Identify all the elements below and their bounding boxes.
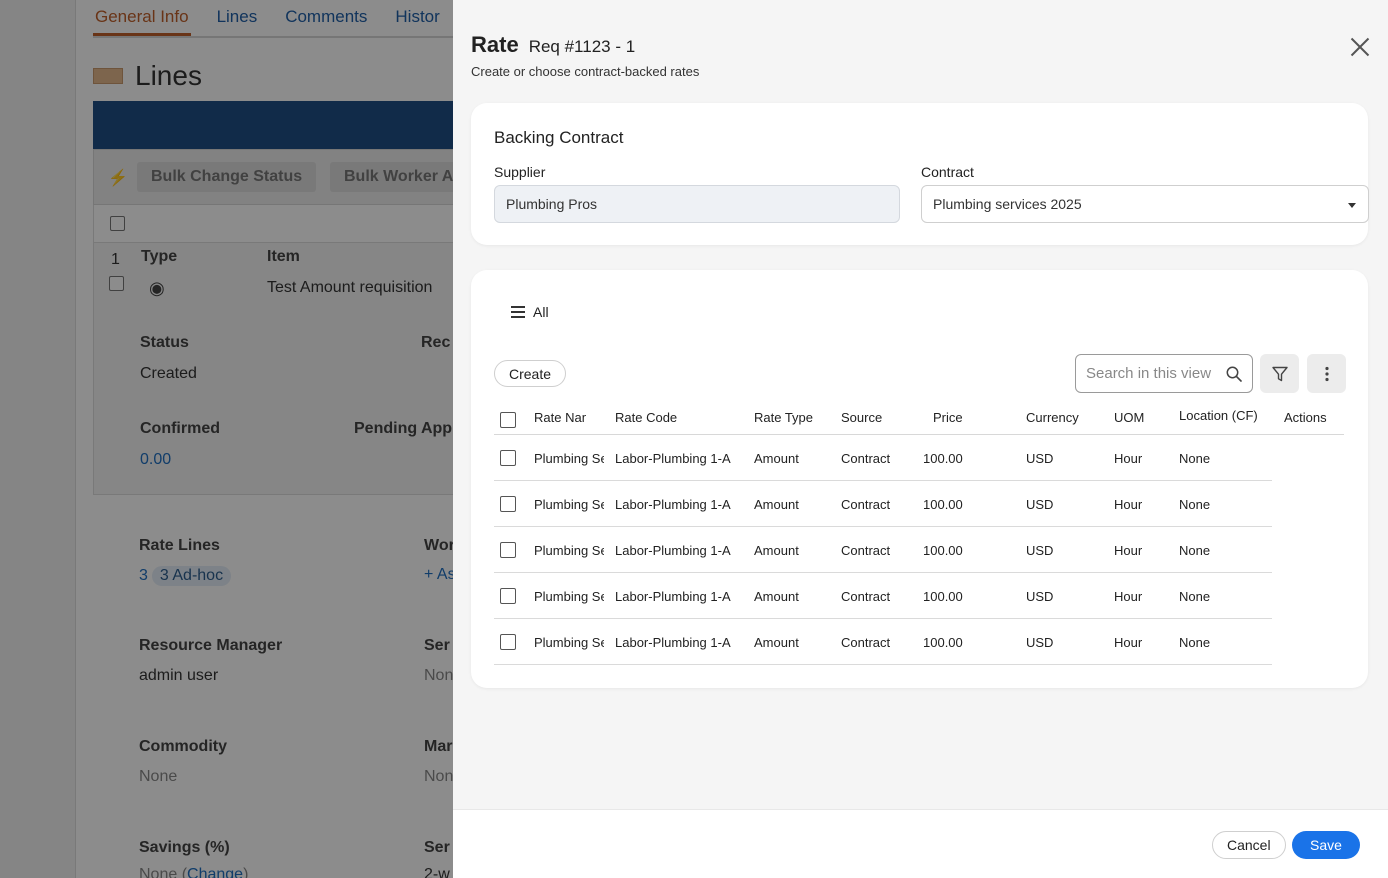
cell-location: None xyxy=(1179,543,1211,558)
cell-currency: USD xyxy=(1026,543,1054,558)
menu-icon xyxy=(511,306,525,318)
column-header-uom[interactable]: UOM xyxy=(1114,410,1144,425)
supplier-field[interactable]: Plumbing Pros xyxy=(494,185,900,223)
kebab-menu-icon xyxy=(1324,366,1329,381)
cell-currency: USD xyxy=(1026,635,1054,650)
column-header-price[interactable]: Price xyxy=(933,410,963,425)
row-checkbox[interactable] xyxy=(500,634,516,650)
rates-table-header: Rate Name Rate Code Rate Type Source Pri… xyxy=(494,404,1344,435)
table-row[interactable]: Plumbing Services Labor-Plumbing 1-A Amo… xyxy=(494,435,1272,481)
cell-location: None xyxy=(1179,451,1211,466)
more-options-button[interactable] xyxy=(1307,354,1346,393)
table-row[interactable]: Plumbing Services Labor-Plumbing 1-A Amo… xyxy=(494,619,1272,665)
column-header-currency[interactable]: Currency xyxy=(1026,410,1079,425)
cell-price: 100.00 xyxy=(923,497,963,512)
table-row[interactable]: Plumbing Services Labor-Plumbing 1-A Amo… xyxy=(494,573,1272,619)
drawer-title: Rate xyxy=(471,32,519,57)
close-icon[interactable] xyxy=(1349,36,1371,58)
select-all-rates-checkbox[interactable] xyxy=(500,412,516,428)
contract-select[interactable]: Plumbing services 2025 xyxy=(921,185,1369,223)
column-header-rate-name[interactable]: Rate Name xyxy=(534,410,586,428)
cell-rate-type: Amount xyxy=(754,543,799,558)
table-row[interactable]: Plumbing Services Labor-Plumbing 1-A Amo… xyxy=(494,527,1272,573)
column-header-rate-code[interactable]: Rate Code xyxy=(615,410,677,425)
cell-source: Contract xyxy=(841,635,891,650)
drawer-header: Rate Req #1123 - 1 Create or choose cont… xyxy=(471,32,699,79)
cell-uom: Hour xyxy=(1114,635,1143,650)
cancel-button[interactable]: Cancel xyxy=(1212,831,1286,859)
cell-uom: Hour xyxy=(1114,497,1143,512)
row-checkbox[interactable] xyxy=(500,496,516,512)
column-header-rate-type[interactable]: Rate Type xyxy=(754,410,813,425)
view-selector-label: All xyxy=(533,304,549,320)
cell-currency: USD xyxy=(1026,589,1054,604)
row-checkbox[interactable] xyxy=(500,542,516,558)
filter-button[interactable] xyxy=(1260,354,1299,393)
backing-contract-title: Backing Contract xyxy=(494,128,624,147)
column-header-location[interactable]: Location (CF) xyxy=(1179,408,1258,423)
contract-label: Contract xyxy=(921,164,974,180)
chevron-down-icon xyxy=(1348,203,1356,208)
cell-rate-name: Plumbing Services xyxy=(534,635,604,650)
cell-rate-code: Labor-Plumbing 1-A xyxy=(615,451,731,466)
save-button[interactable]: Save xyxy=(1292,831,1360,859)
cell-price: 100.00 xyxy=(923,635,963,650)
cell-rate-name: Plumbing Services xyxy=(534,589,604,604)
cell-source: Contract xyxy=(841,589,891,604)
backing-contract-panel: Backing Contract Supplier Plumbing Pros … xyxy=(471,103,1369,245)
create-button[interactable]: Create xyxy=(494,360,567,387)
cell-uom: Hour xyxy=(1114,451,1143,466)
cell-rate-name: Plumbing Services xyxy=(534,497,604,512)
contract-select-value: Plumbing services 2025 xyxy=(933,196,1082,212)
rate-drawer: Rate Req #1123 - 1 Create or choose cont… xyxy=(453,0,1388,878)
drawer-footer: Cancel Save xyxy=(453,809,1388,878)
cell-location: None xyxy=(1179,497,1211,512)
cell-rate-name: Plumbing Services xyxy=(534,543,604,558)
view-selector-button[interactable]: All xyxy=(499,297,561,327)
cell-price: 100.00 xyxy=(923,589,963,604)
row-checkbox[interactable] xyxy=(500,588,516,604)
cell-rate-type: Amount xyxy=(754,451,799,466)
cell-rate-code: Labor-Plumbing 1-A xyxy=(615,635,731,650)
cell-rate-type: Amount xyxy=(754,589,799,604)
cell-currency: USD xyxy=(1026,497,1054,512)
column-header-source[interactable]: Source xyxy=(841,410,882,425)
cell-uom: Hour xyxy=(1114,589,1143,604)
cell-currency: USD xyxy=(1026,451,1054,466)
cell-price: 100.00 xyxy=(923,451,963,466)
cell-location: None xyxy=(1179,635,1211,650)
drawer-title-row: Rate Req #1123 - 1 xyxy=(471,32,699,58)
cell-location: None xyxy=(1179,589,1211,604)
cell-price: 100.00 xyxy=(923,543,963,558)
column-header-actions: Actions xyxy=(1284,410,1327,425)
cell-source: Contract xyxy=(841,543,891,558)
cell-source: Contract xyxy=(841,451,891,466)
cell-rate-type: Amount xyxy=(754,497,799,512)
cell-rate-type: Amount xyxy=(754,635,799,650)
rates-panel: All Create Rate Name xyxy=(471,270,1368,688)
cell-source: Contract xyxy=(841,497,891,512)
cell-rate-code: Labor-Plumbing 1-A xyxy=(615,497,731,512)
drawer-description: Create or choose contract-backed rates xyxy=(471,64,700,79)
supplier-label: Supplier xyxy=(494,164,546,180)
cell-rate-code: Labor-Plumbing 1-A xyxy=(615,589,731,604)
cell-rate-code: Labor-Plumbing 1-A xyxy=(615,543,731,558)
drawer-subtitle: Req #1123 - 1 xyxy=(528,37,636,56)
search-input[interactable] xyxy=(1086,365,1226,382)
cell-uom: Hour xyxy=(1114,543,1143,558)
row-checkbox[interactable] xyxy=(500,450,516,466)
cell-rate-name: Plumbing Services xyxy=(534,451,604,466)
table-row[interactable]: Plumbing Services Labor-Plumbing 1-A Amo… xyxy=(494,481,1272,527)
filter-icon xyxy=(1271,366,1288,381)
search-icon[interactable] xyxy=(1226,366,1242,382)
search-box xyxy=(1075,354,1253,393)
